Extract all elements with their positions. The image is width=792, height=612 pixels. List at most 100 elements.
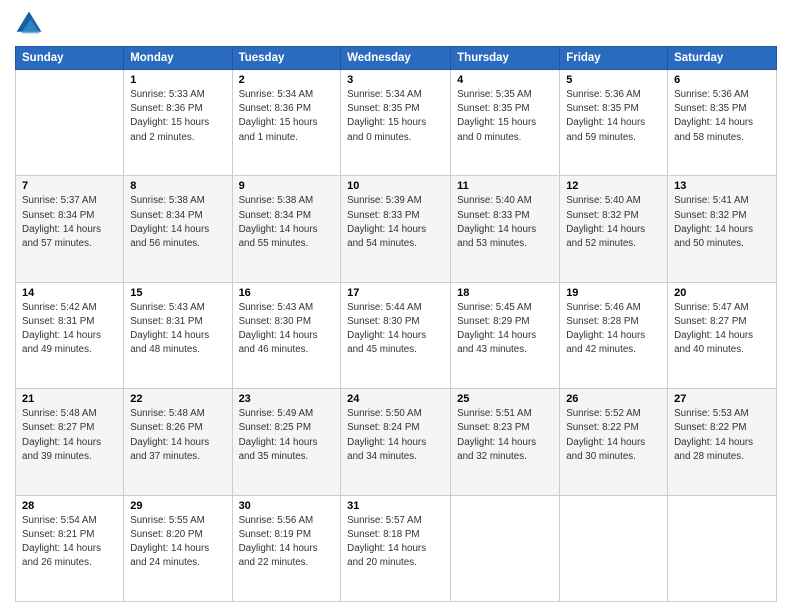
day-number: 7 bbox=[22, 180, 117, 192]
calendar-cell: 14Sunrise: 5:42 AMSunset: 8:31 PMDayligh… bbox=[16, 282, 124, 388]
calendar-cell: 4Sunrise: 5:35 AMSunset: 8:35 PMDaylight… bbox=[451, 70, 560, 176]
weekday-wednesday: Wednesday bbox=[341, 47, 451, 70]
day-info: Sunrise: 5:38 AMSunset: 8:34 PMDaylight:… bbox=[130, 194, 225, 251]
calendar-page: SundayMondayTuesdayWednesdayThursdayFrid… bbox=[0, 0, 792, 612]
calendar-cell: 25 Sunrise: 5:51 AMSunset: 8:23 PMDayligh… bbox=[451, 389, 560, 495]
day-number: 19 bbox=[566, 287, 661, 299]
day-number: 3 bbox=[347, 74, 444, 86]
day-info: Sunrise: 5:40 AMSunset: 8:32 PMDaylight:… bbox=[566, 194, 661, 251]
calendar-cell: 23 Sunrise: 5:49 AMSunset: 8:25 PMDayligh… bbox=[232, 389, 341, 495]
day-number: 12 bbox=[566, 180, 661, 192]
day-number: 1 bbox=[130, 74, 225, 86]
day-info: Sunrise: 5:52 AMSunset: 8:22 PMDaylight:… bbox=[566, 407, 661, 464]
calendar-cell: 17Sunrise: 5:44 AMSunset: 8:30 PMDayligh… bbox=[341, 282, 451, 388]
day-number: 22 bbox=[130, 393, 225, 405]
day-info: Sunrise: 5:40 AMSunset: 8:33 PMDaylight:… bbox=[457, 194, 553, 251]
day-info: Sunrise: 5:44 AMSunset: 8:30 PMDaylight:… bbox=[347, 301, 444, 358]
calendar-cell: 13 Sunrise: 5:41 AMSunset: 8:32 PMDayligh… bbox=[668, 176, 777, 282]
calendar-cell: 29 Sunrise: 5:55 AMSunset: 8:20 PMDayligh… bbox=[124, 495, 232, 601]
day-info: Sunrise: 5:34 AMSunset: 8:35 PMDaylight:… bbox=[347, 88, 444, 145]
calendar-cell: 27Sunrise: 5:53 AMSunset: 8:22 PMDayligh… bbox=[668, 389, 777, 495]
day-info: Sunrise: 5:48 AMSunset: 8:27 PMDaylight:… bbox=[22, 407, 117, 464]
calendar-week-2: 7Sunrise: 5:37 AMSunset: 8:34 PMDaylight… bbox=[16, 176, 777, 282]
calendar-week-3: 14Sunrise: 5:42 AMSunset: 8:31 PMDayligh… bbox=[16, 282, 777, 388]
day-info: Sunrise: 5:54 AMSunset: 8:21 PMDaylight:… bbox=[22, 514, 117, 571]
day-info: Sunrise: 5:36 AMSunset: 8:35 PMDaylight:… bbox=[674, 88, 770, 145]
calendar-cell: 28Sunrise: 5:54 AMSunset: 8:21 PMDayligh… bbox=[16, 495, 124, 601]
day-info: Sunrise: 5:45 AMSunset: 8:29 PMDaylight:… bbox=[457, 301, 553, 358]
calendar-cell: 3 Sunrise: 5:34 AMSunset: 8:35 PMDaylight… bbox=[341, 70, 451, 176]
calendar-cell: 6 Sunrise: 5:36 AMSunset: 8:35 PMDaylight… bbox=[668, 70, 777, 176]
calendar-cell: 5Sunrise: 5:36 AMSunset: 8:35 PMDaylight… bbox=[560, 70, 668, 176]
day-number: 13 bbox=[674, 180, 770, 192]
day-number: 16 bbox=[239, 287, 335, 299]
weekday-tuesday: Tuesday bbox=[232, 47, 341, 70]
calendar-cell bbox=[451, 495, 560, 601]
day-info: Sunrise: 5:43 AMSunset: 8:31 PMDaylight:… bbox=[130, 301, 225, 358]
calendar-table: SundayMondayTuesdayWednesdayThursdayFrid… bbox=[15, 46, 777, 602]
day-number: 31 bbox=[347, 500, 444, 512]
weekday-thursday: Thursday bbox=[451, 47, 560, 70]
day-number: 15 bbox=[130, 287, 225, 299]
day-number: 14 bbox=[22, 287, 117, 299]
day-info: Sunrise: 5:34 AMSunset: 8:36 PMDaylight:… bbox=[239, 88, 335, 145]
day-number: 5 bbox=[566, 74, 661, 86]
calendar-cell: 9Sunrise: 5:38 AMSunset: 8:34 PMDaylight… bbox=[232, 176, 341, 282]
weekday-header-row: SundayMondayTuesdayWednesdayThursdayFrid… bbox=[16, 47, 777, 70]
day-info: Sunrise: 5:57 AMSunset: 8:18 PMDaylight:… bbox=[347, 514, 444, 571]
calendar-cell: 30 Sunrise: 5:56 AMSunset: 8:19 PMDayligh… bbox=[232, 495, 341, 601]
day-info: Sunrise: 5:48 AMSunset: 8:26 PMDaylight:… bbox=[130, 407, 225, 464]
calendar-cell: 24 Sunrise: 5:50 AMSunset: 8:24 PMDayligh… bbox=[341, 389, 451, 495]
header bbox=[15, 10, 777, 38]
day-info: Sunrise: 5:51 AMSunset: 8:23 PMDaylight:… bbox=[457, 407, 553, 464]
calendar-cell: 16Sunrise: 5:43 AMSunset: 8:30 PMDayligh… bbox=[232, 282, 341, 388]
calendar-cell bbox=[668, 495, 777, 601]
day-number: 30 bbox=[239, 500, 335, 512]
day-info: Sunrise: 5:35 AMSunset: 8:35 PMDaylight:… bbox=[457, 88, 553, 145]
day-info: Sunrise: 5:50 AMSunset: 8:24 PMDaylight:… bbox=[347, 407, 444, 464]
day-number: 27 bbox=[674, 393, 770, 405]
calendar-cell: 21Sunrise: 5:48 AMSunset: 8:27 PMDayligh… bbox=[16, 389, 124, 495]
calendar-header: SundayMondayTuesdayWednesdayThursdayFrid… bbox=[16, 47, 777, 70]
day-number: 24 bbox=[347, 393, 444, 405]
day-info: Sunrise: 5:33 AMSunset: 8:36 PMDaylight:… bbox=[130, 88, 225, 145]
calendar-cell: 15 Sunrise: 5:43 AMSunset: 8:31 PMDayligh… bbox=[124, 282, 232, 388]
logo-icon bbox=[15, 10, 43, 38]
calendar-cell: 10Sunrise: 5:39 AMSunset: 8:33 PMDayligh… bbox=[341, 176, 451, 282]
day-number: 26 bbox=[566, 393, 661, 405]
day-number: 25 bbox=[457, 393, 553, 405]
calendar-cell: 18Sunrise: 5:45 AMSunset: 8:29 PMDayligh… bbox=[451, 282, 560, 388]
day-number: 20 bbox=[674, 287, 770, 299]
weekday-friday: Friday bbox=[560, 47, 668, 70]
logo bbox=[15, 10, 47, 38]
day-info: Sunrise: 5:55 AMSunset: 8:20 PMDaylight:… bbox=[130, 514, 225, 571]
day-info: Sunrise: 5:49 AMSunset: 8:25 PMDaylight:… bbox=[239, 407, 335, 464]
day-number: 29 bbox=[130, 500, 225, 512]
day-number: 11 bbox=[457, 180, 553, 192]
day-info: Sunrise: 5:46 AMSunset: 8:28 PMDaylight:… bbox=[566, 301, 661, 358]
calendar-week-4: 21Sunrise: 5:48 AMSunset: 8:27 PMDayligh… bbox=[16, 389, 777, 495]
day-info: Sunrise: 5:39 AMSunset: 8:33 PMDaylight:… bbox=[347, 194, 444, 251]
day-number: 8 bbox=[130, 180, 225, 192]
day-info: Sunrise: 5:38 AMSunset: 8:34 PMDaylight:… bbox=[239, 194, 335, 251]
day-info: Sunrise: 5:41 AMSunset: 8:32 PMDaylight:… bbox=[674, 194, 770, 251]
calendar-cell: 26 Sunrise: 5:52 AMSunset: 8:22 PMDayligh… bbox=[560, 389, 668, 495]
calendar-cell bbox=[560, 495, 668, 601]
weekday-sunday: Sunday bbox=[16, 47, 124, 70]
calendar-cell: 8 Sunrise: 5:38 AMSunset: 8:34 PMDaylight… bbox=[124, 176, 232, 282]
calendar-cell: 20Sunrise: 5:47 AMSunset: 8:27 PMDayligh… bbox=[668, 282, 777, 388]
day-number: 2 bbox=[239, 74, 335, 86]
calendar-cell: 1 Sunrise: 5:33 AMSunset: 8:36 PMDaylight… bbox=[124, 70, 232, 176]
calendar-cell: 31 Sunrise: 5:57 AMSunset: 8:18 PMDayligh… bbox=[341, 495, 451, 601]
calendar-cell: 11 Sunrise: 5:40 AMSunset: 8:33 PMDayligh… bbox=[451, 176, 560, 282]
day-number: 23 bbox=[239, 393, 335, 405]
calendar-cell bbox=[16, 70, 124, 176]
weekday-monday: Monday bbox=[124, 47, 232, 70]
calendar-cell: 19 Sunrise: 5:46 AMSunset: 8:28 PMDayligh… bbox=[560, 282, 668, 388]
day-number: 6 bbox=[674, 74, 770, 86]
calendar-cell: 2 Sunrise: 5:34 AMSunset: 8:36 PMDaylight… bbox=[232, 70, 341, 176]
calendar-cell: 7Sunrise: 5:37 AMSunset: 8:34 PMDaylight… bbox=[16, 176, 124, 282]
weekday-saturday: Saturday bbox=[668, 47, 777, 70]
calendar-body: 1 Sunrise: 5:33 AMSunset: 8:36 PMDaylight… bbox=[16, 70, 777, 602]
day-info: Sunrise: 5:56 AMSunset: 8:19 PMDaylight:… bbox=[239, 514, 335, 571]
